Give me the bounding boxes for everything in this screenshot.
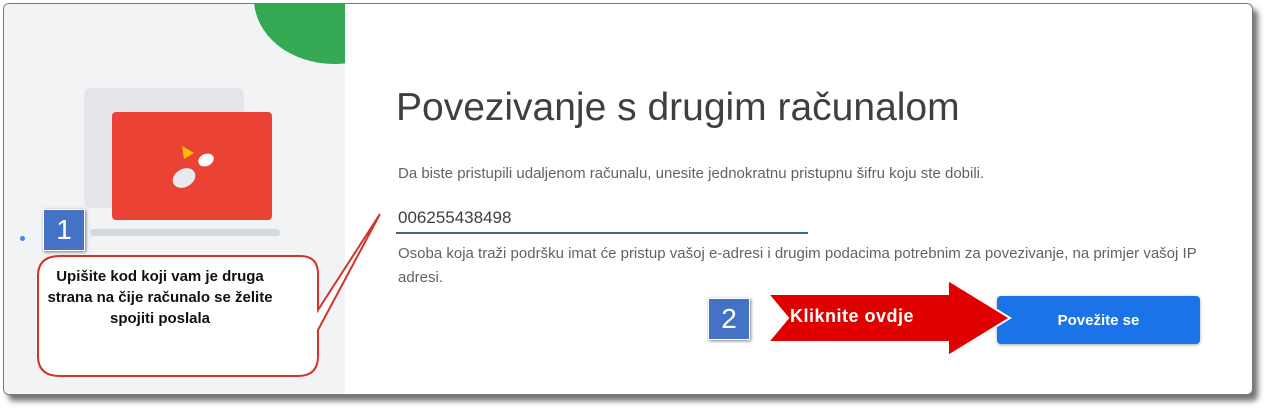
callout-text: Upišite kod koji vam je druga strana na …: [47, 268, 273, 327]
step-2-badge: 2: [708, 298, 750, 340]
arrow-label: Kliknite ovdje: [790, 306, 915, 326]
step-1-badge: 1: [43, 209, 85, 251]
annotation-overlay: [37, 213, 1012, 377]
